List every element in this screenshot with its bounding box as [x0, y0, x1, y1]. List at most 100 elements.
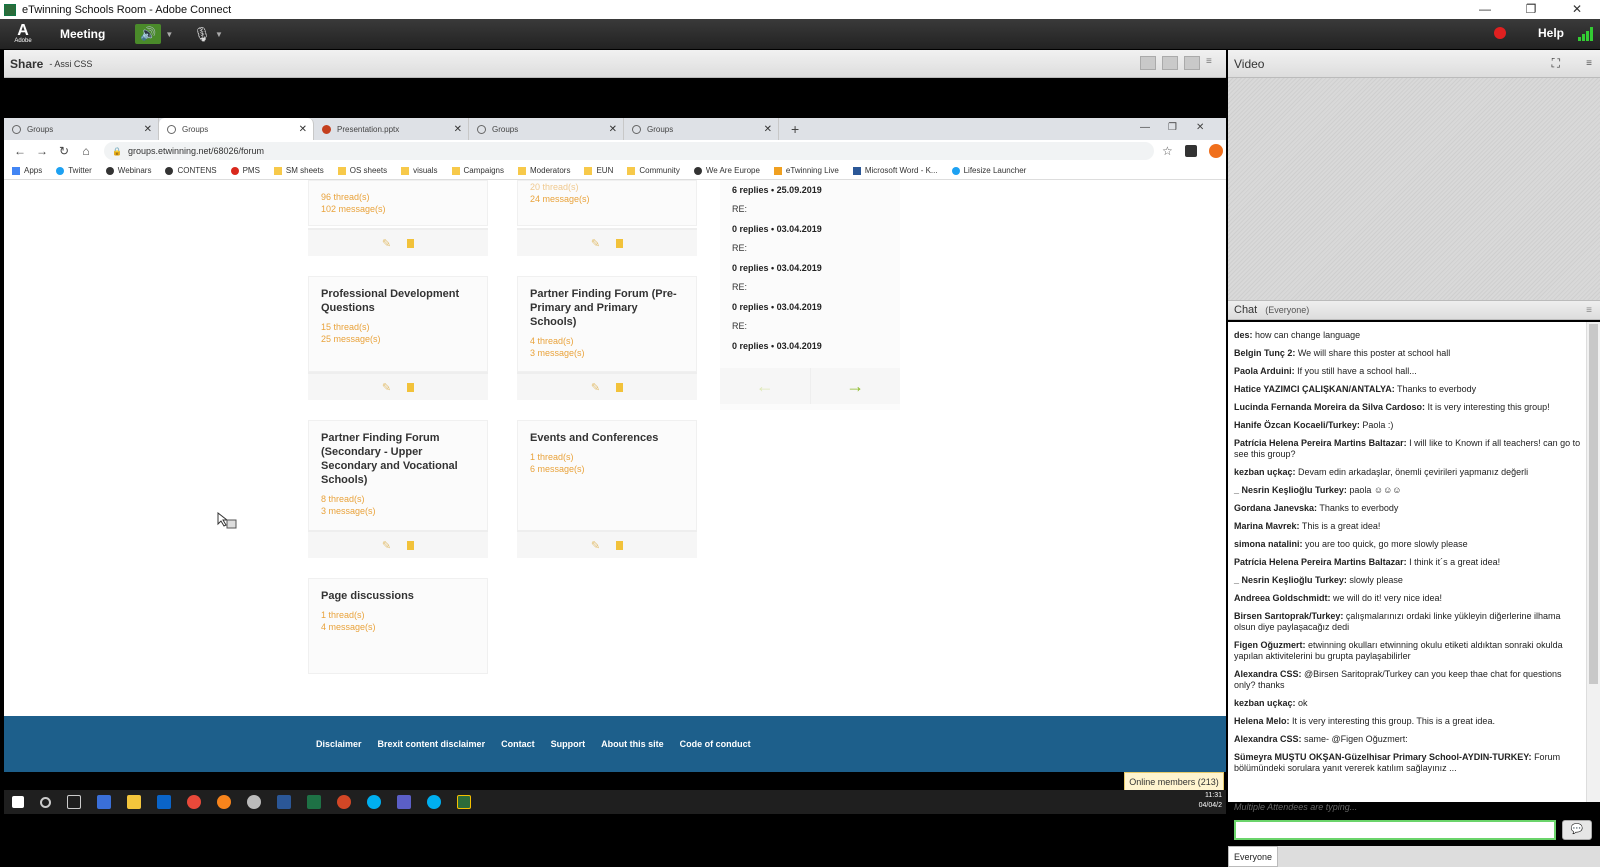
- browser-tab[interactable]: Groups ✕: [624, 118, 779, 140]
- minimize-button[interactable]: —: [1462, 0, 1508, 19]
- adobe-connect-taskbar-icon[interactable]: [457, 795, 471, 809]
- forum-card-events[interactable]: Events and Conferences 1 thread(s) 6 mes…: [517, 420, 697, 532]
- back-icon[interactable]: ←: [14, 144, 26, 158]
- browser-tab[interactable]: Groups ✕: [469, 118, 624, 140]
- bookmark-contens[interactable]: CONTENS: [165, 166, 217, 175]
- chat-tab-everyone[interactable]: Everyone: [1228, 846, 1278, 867]
- bookmark-star-icon[interactable]: ☆: [1162, 144, 1173, 158]
- pod-menu-icon[interactable]: ≡: [1206, 56, 1216, 70]
- bookmark-we-are-europe[interactable]: We Are Europe: [693, 166, 760, 175]
- delete-icon[interactable]: [616, 238, 624, 248]
- bookmark-apps[interactable]: Apps: [12, 166, 42, 175]
- browser-tab[interactable]: Presentation.pptx ✕: [314, 118, 469, 140]
- footer-link-conduct[interactable]: Code of conduct: [680, 739, 751, 749]
- edit-icon[interactable]: ✎: [591, 539, 600, 552]
- search-icon[interactable]: [40, 796, 51, 808]
- bookmark-visuals[interactable]: visuals: [401, 166, 438, 175]
- new-tab-icon[interactable]: +: [791, 118, 799, 140]
- delete-icon[interactable]: [407, 238, 415, 248]
- chrome-icon[interactable]: [187, 795, 201, 809]
- edit-icon[interactable]: ✎: [382, 381, 391, 394]
- bookmark-webinars[interactable]: Webinars: [105, 166, 151, 175]
- latest-post-title[interactable]: RE:: [720, 243, 747, 253]
- prev-arrow-icon[interactable]: ←: [720, 368, 811, 404]
- forum-card-page-discussions[interactable]: Page discussions 1 thread(s) 4 message(s…: [308, 578, 488, 674]
- footer-link-about[interactable]: About this site: [601, 739, 664, 749]
- skype-business-icon[interactable]: [427, 795, 441, 809]
- microphone-dropdown-icon[interactable]: ▼: [215, 30, 223, 39]
- app-icon[interactable]: [247, 795, 261, 809]
- edit-icon[interactable]: ✎: [382, 539, 391, 552]
- online-members-button[interactable]: Online members (213): [1124, 772, 1224, 792]
- word-icon[interactable]: [277, 795, 291, 809]
- address-bar[interactable]: 🔒 groups.etwinning.net/68026/forum: [104, 142, 1154, 160]
- app-icon[interactable]: [97, 795, 111, 809]
- edit-icon[interactable]: ✎: [382, 237, 391, 250]
- speaker-dropdown-icon[interactable]: ▼: [165, 30, 173, 39]
- browser-tab[interactable]: Groups ✕: [4, 118, 159, 140]
- delete-icon[interactable]: [407, 382, 415, 392]
- help-menu[interactable]: Help: [1538, 26, 1564, 40]
- bookmark-eun[interactable]: EUN: [584, 166, 613, 175]
- close-button[interactable]: ✕: [1554, 0, 1600, 19]
- footer-link-support[interactable]: Support: [551, 739, 586, 749]
- tab-close-icon[interactable]: ✕: [764, 124, 772, 135]
- bookmark-sm-sheets[interactable]: SM sheets: [273, 166, 324, 175]
- forum-card[interactable]: 20 thread(s) 24 message(s): [517, 180, 697, 226]
- bookmark-twitter[interactable]: Twitter: [56, 166, 92, 175]
- next-arrow-icon[interactable]: →: [811, 368, 901, 404]
- extension-icon[interactable]: [1184, 145, 1197, 157]
- browser-minimize-icon[interactable]: —: [1140, 122, 1150, 133]
- powerpoint-icon[interactable]: [337, 795, 351, 809]
- bookmark-moderators[interactable]: Moderators: [518, 166, 570, 175]
- edit-icon[interactable]: ✎: [591, 381, 600, 394]
- fullscreen-icon[interactable]: [1184, 56, 1200, 70]
- home-icon[interactable]: ⌂: [80, 144, 92, 158]
- browser-restore-icon[interactable]: ❐: [1168, 122, 1177, 133]
- chat-scrollbar[interactable]: [1586, 322, 1600, 802]
- outlook-icon[interactable]: [157, 795, 171, 809]
- record-indicator-icon[interactable]: [1494, 27, 1506, 39]
- delete-icon[interactable]: [407, 540, 415, 550]
- bookmark-pms[interactable]: PMS: [230, 166, 260, 175]
- windows-start-icon[interactable]: [12, 796, 24, 808]
- skype-icon[interactable]: [367, 795, 381, 809]
- tab-close-icon[interactable]: ✕: [454, 124, 462, 135]
- forum-card-professional-development[interactable]: Professional Development Questions 15 th…: [308, 276, 488, 372]
- chat-input[interactable]: [1234, 820, 1556, 840]
- delete-icon[interactable]: [616, 540, 624, 550]
- browser-close-icon[interactable]: ✕: [1196, 122, 1204, 133]
- latest-post-title[interactable]: RE:: [720, 321, 747, 331]
- forward-icon[interactable]: →: [36, 144, 48, 158]
- profile-avatar[interactable]: [1208, 144, 1223, 158]
- bookmark-etwinning-live[interactable]: eTwinning Live: [773, 166, 839, 175]
- reload-icon[interactable]: ↻: [58, 144, 70, 158]
- pod-menu-icon[interactable]: ≡: [1586, 305, 1592, 316]
- footer-link-brexit[interactable]: Brexit content disclaimer: [378, 739, 486, 749]
- firefox-icon[interactable]: [217, 795, 231, 809]
- speaker-icon[interactable]: 🔊: [135, 24, 162, 44]
- task-view-icon[interactable]: [67, 795, 81, 809]
- teams-icon[interactable]: [397, 795, 411, 809]
- excel-icon[interactable]: [307, 795, 321, 809]
- tab-close-icon[interactable]: ✕: [144, 124, 152, 135]
- tab-close-icon[interactable]: ✕: [299, 124, 307, 135]
- bookmark-os-sheets[interactable]: OS sheets: [337, 166, 387, 175]
- send-message-icon[interactable]: 💬: [1562, 820, 1592, 840]
- footer-link-disclaimer[interactable]: Disclaimer: [316, 739, 362, 749]
- layout-large-icon[interactable]: [1162, 56, 1178, 70]
- footer-link-contact[interactable]: Contact: [501, 739, 535, 749]
- browser-tab-active[interactable]: Groups ✕: [159, 118, 314, 140]
- latest-post-title[interactable]: RE:: [720, 282, 747, 292]
- tab-close-icon[interactable]: ✕: [609, 124, 617, 135]
- edit-icon[interactable]: ✎: [591, 237, 600, 250]
- bookmark-campaigns[interactable]: Campaigns: [451, 166, 504, 175]
- forum-card[interactable]: 96 thread(s) 102 message(s): [308, 180, 488, 226]
- file-explorer-icon[interactable]: [127, 795, 141, 809]
- chat-scroll-thumb[interactable]: [1589, 324, 1598, 684]
- layout-small-icon[interactable]: [1140, 56, 1156, 70]
- maximize-button[interactable]: ❐: [1508, 0, 1554, 19]
- bookmark-microsoft-word[interactable]: Microsoft Word - K...: [852, 166, 938, 175]
- bookmark-community[interactable]: Community: [627, 166, 680, 175]
- fullscreen-icon[interactable]: ⛶: [1552, 56, 1560, 71]
